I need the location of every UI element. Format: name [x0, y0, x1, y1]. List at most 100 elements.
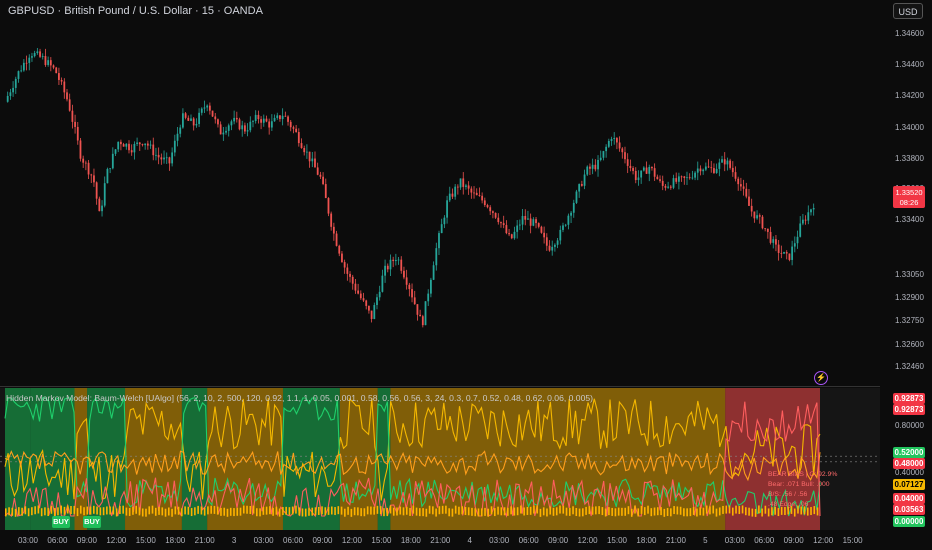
volume-tick	[262, 506, 265, 515]
volume-tick	[435, 508, 437, 517]
volume-tick	[383, 508, 385, 517]
volume-tick	[650, 508, 653, 517]
candle-body	[715, 168, 718, 173]
volume-tick	[676, 506, 679, 515]
volume-tick	[207, 506, 209, 515]
candle-body	[731, 167, 734, 173]
volume-tick	[350, 508, 353, 517]
candle-body	[206, 105, 209, 108]
candle-body	[168, 157, 171, 164]
candle-body	[260, 119, 262, 123]
candle-body	[408, 284, 411, 290]
volume-tick	[614, 508, 617, 517]
time-tick: 06:00	[47, 536, 68, 545]
volume-tick	[373, 506, 375, 515]
candle-body	[292, 127, 295, 129]
volume-tick	[291, 506, 294, 515]
candle-body	[591, 164, 594, 169]
candle-body	[427, 293, 430, 302]
volume-tick	[392, 507, 395, 516]
candle-body	[400, 259, 403, 271]
volume-tick	[141, 508, 144, 517]
volume-tick	[331, 506, 333, 515]
candle-body	[28, 57, 31, 63]
candle-body	[95, 182, 98, 199]
volume-tick	[405, 506, 408, 515]
candle-body	[133, 143, 136, 153]
candle-body	[165, 157, 168, 159]
candle-body	[753, 211, 756, 219]
candle-body	[392, 259, 395, 262]
candle-body	[580, 184, 583, 186]
candle-body	[661, 180, 664, 186]
candle-body	[651, 166, 653, 169]
price-tick: 1.32600	[895, 340, 924, 349]
volume-tick	[552, 507, 555, 516]
candle-body	[130, 150, 133, 153]
candle-body	[446, 200, 448, 218]
time-tick: 09:00	[77, 536, 98, 545]
candle-body	[570, 212, 572, 216]
volume-tick	[712, 505, 715, 514]
volume-tick	[47, 508, 49, 517]
candle-body	[537, 223, 540, 227]
candle-body	[346, 267, 349, 274]
current-price-tag: 1.3352008:26	[893, 186, 925, 208]
volume-tick	[304, 508, 307, 517]
lightning-icon[interactable]: ⚡	[814, 371, 828, 385]
volume-tick	[249, 506, 252, 515]
bias-table: BEAR BIAS | C: 92.9% Bear: .071 Bull: .0…	[768, 470, 837, 510]
candle-body	[556, 240, 559, 245]
candle-body	[785, 252, 788, 254]
candle-body	[233, 117, 236, 122]
candle-body	[122, 144, 125, 147]
candle-body	[82, 158, 85, 163]
volume-tick	[399, 506, 402, 515]
volume-tick	[461, 506, 463, 515]
candle-body	[316, 167, 319, 175]
volume-tick	[275, 506, 278, 515]
candle-body	[640, 170, 643, 178]
candle-body	[12, 87, 14, 93]
pane-divider[interactable]	[0, 386, 880, 387]
candle-body	[419, 314, 422, 317]
volume-tick	[663, 508, 666, 517]
candle-body	[562, 225, 564, 230]
candle-body	[241, 125, 244, 130]
candle-body	[424, 301, 427, 326]
volume-tick	[213, 505, 216, 514]
volume-tick	[494, 508, 496, 517]
volume-tick	[340, 506, 343, 515]
volume-tick	[696, 508, 698, 517]
candle-body	[707, 166, 710, 168]
candle-body	[182, 113, 184, 128]
chart-canvas[interactable]: 1.346001.344001.342001.340001.338001.336…	[0, 0, 932, 550]
candle-body	[208, 105, 211, 111]
candle-body	[686, 177, 688, 179]
candle-body	[586, 166, 589, 175]
candle-body	[55, 67, 58, 74]
candle-body	[244, 125, 246, 132]
candle-body	[540, 226, 543, 233]
price-tick: 1.32900	[895, 293, 924, 302]
candle-body	[567, 215, 570, 225]
volume-tick	[487, 508, 490, 517]
candle-body	[443, 217, 446, 225]
candle-body	[311, 158, 314, 162]
volume-tick	[516, 507, 519, 516]
volume-tick	[269, 506, 271, 515]
candle-body	[324, 184, 327, 199]
volume-tick	[145, 508, 147, 517]
volume-tick	[161, 507, 164, 516]
volume-tick	[79, 505, 82, 514]
candle-body	[47, 60, 50, 65]
candle-body	[370, 310, 373, 319]
time-tick: 03:00	[489, 536, 510, 545]
candle-body	[9, 92, 12, 96]
volume-tick	[135, 505, 137, 514]
candle-body	[559, 229, 562, 241]
candle-body	[222, 132, 225, 135]
candle-body	[386, 265, 389, 270]
candle-body	[438, 233, 440, 249]
candle-body	[678, 176, 680, 182]
